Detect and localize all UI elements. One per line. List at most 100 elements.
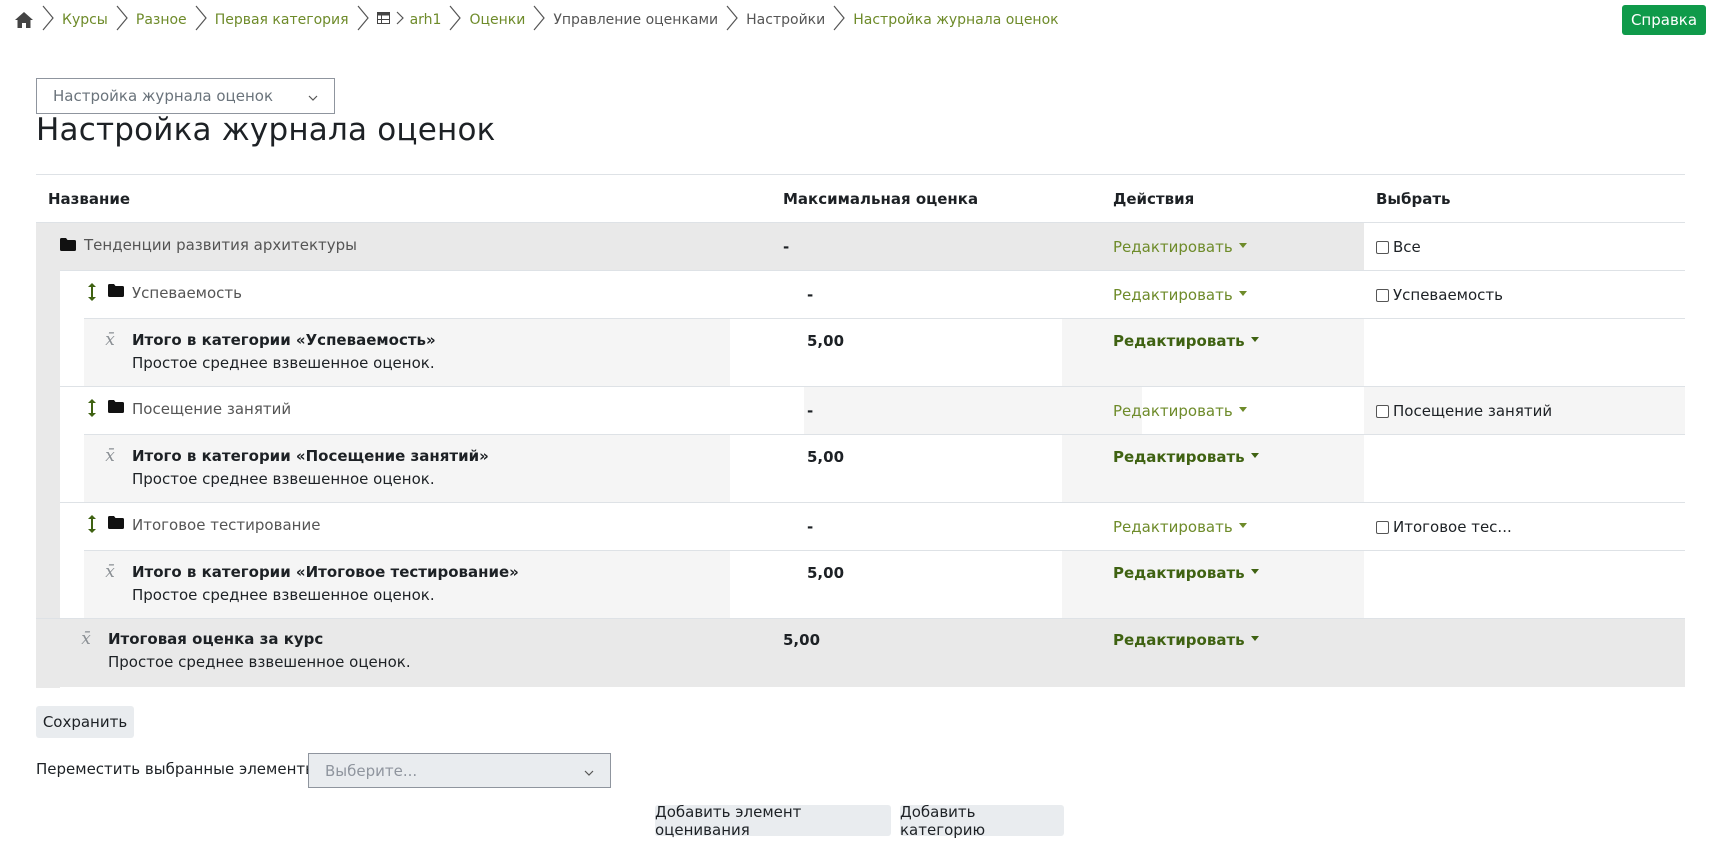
- breadcrumb-course[interactable]: arh1: [410, 12, 442, 28]
- chevron-right-icon: [833, 5, 846, 35]
- select-cell-bg: [1364, 551, 1685, 618]
- total-description: Простое среднее взвешенное оценок.: [132, 470, 435, 488]
- category-name: Тенденции развития архитектуры: [84, 236, 357, 254]
- max-cell-bg: [730, 551, 1062, 618]
- chevron-down-icon: [584, 762, 594, 780]
- caret-down-icon: [1238, 407, 1247, 412]
- edit-label: Редактировать: [1113, 332, 1245, 350]
- page-title: Настройка журнала оценок: [36, 112, 496, 148]
- edit-label: Редактировать: [1113, 564, 1245, 582]
- chevron-right-icon: [42, 5, 54, 35]
- table-row: Успеваемость - Редактировать Успеваемост…: [60, 270, 1685, 318]
- move-icon[interactable]: [88, 515, 96, 537]
- gradebook-table: Название Максимальная оценка Действия Вы…: [36, 174, 1685, 688]
- chevron-right-icon: [449, 5, 462, 35]
- max-cell-bg: [730, 435, 1062, 502]
- move-label: Переместить выбранные элементы в: [36, 760, 331, 778]
- checkbox[interactable]: [1376, 404, 1389, 418]
- checkbox[interactable]: [1376, 240, 1389, 254]
- breadcrumb-grades[interactable]: Оценки: [469, 12, 525, 28]
- edit-menu-button[interactable]: Редактировать: [1113, 402, 1247, 420]
- move-target-select[interactable]: Выберите...: [308, 753, 611, 788]
- select-category-checkbox[interactable]: Посещение занятий: [1376, 402, 1552, 420]
- mean-icon: x̄: [105, 562, 115, 582]
- caret-down-icon: [1238, 523, 1247, 528]
- checkbox[interactable]: [1376, 288, 1389, 302]
- folder-icon: [60, 236, 76, 252]
- chevron-right-icon: [396, 11, 404, 29]
- max-grade: -: [807, 402, 814, 420]
- total-description: Простое среднее взвешенное оценок.: [132, 354, 435, 372]
- header-select: Выбрать: [1376, 190, 1451, 208]
- chevron-right-icon: [195, 5, 207, 35]
- checkbox-label: Посещение занятий: [1393, 402, 1553, 420]
- select-cell-bg: [1364, 319, 1685, 386]
- report-select[interactable]: Настройка журнала оценок: [36, 78, 335, 114]
- breadcrumb-gradebook-setup[interactable]: Настройка журнала оценок: [853, 12, 1058, 28]
- chevron-right-icon: [116, 5, 128, 35]
- breadcrumb-courses[interactable]: Курсы: [62, 12, 108, 28]
- total-description: Простое среднее взвешенное оценок.: [132, 586, 435, 604]
- edit-label: Редактировать: [1113, 402, 1233, 420]
- edit-menu-button[interactable]: Редактировать: [1113, 631, 1259, 649]
- mean-icon: x̄: [105, 446, 115, 466]
- breadcrumb-misc[interactable]: Разное: [136, 12, 187, 28]
- help-button[interactable]: Справка: [1622, 5, 1706, 35]
- breadcrumb-settings: Настройки: [746, 12, 826, 28]
- max-grade: 5,00: [807, 448, 845, 466]
- save-button[interactable]: Сохранить: [36, 706, 134, 738]
- add-category-button[interactable]: Добавить категорию: [900, 803, 1064, 839]
- edit-menu-button[interactable]: Редактировать: [1113, 564, 1259, 582]
- edit-menu-button[interactable]: Редактировать: [1113, 448, 1259, 466]
- course-total-description: Простое среднее взвешенное оценок.: [108, 653, 411, 671]
- edit-label: Редактировать: [1113, 631, 1245, 649]
- mean-icon: x̄: [81, 629, 91, 649]
- caret-down-icon: [1250, 569, 1259, 574]
- breadcrumb: Курсы Разное Первая категория arh1 Оценк…: [14, 5, 1059, 35]
- select-category-checkbox[interactable]: Успеваемость: [1376, 286, 1503, 304]
- caret-down-icon: [1238, 243, 1247, 248]
- home-icon[interactable]: [14, 11, 34, 29]
- max-grade: 5,00: [807, 564, 845, 582]
- max-grade: -: [807, 286, 814, 304]
- table-header: Название Максимальная оценка Действия Вы…: [36, 174, 1685, 222]
- edit-label: Редактировать: [1113, 518, 1233, 536]
- max-grade: -: [783, 238, 790, 256]
- edit-label: Редактировать: [1113, 448, 1245, 466]
- category-name: Посещение занятий: [132, 400, 292, 418]
- move-icon[interactable]: [88, 399, 96, 421]
- edit-menu-button[interactable]: Редактировать: [1113, 286, 1247, 304]
- chevron-right-icon: [357, 5, 369, 35]
- report-select-value: Настройка журнала оценок: [53, 87, 274, 105]
- category-name: Успеваемость: [132, 284, 243, 302]
- folder-icon: [108, 400, 124, 417]
- checkbox[interactable]: [1376, 520, 1389, 534]
- total-name: Итого в категории «Посещение занятий»: [132, 447, 489, 465]
- table-row: Итоговое тестирование - Редактировать Ит…: [60, 502, 1685, 550]
- total-name: Итого в категории «Итоговое тестирование…: [132, 563, 519, 581]
- max-cell-bg: [730, 319, 1062, 386]
- edit-label: Редактировать: [1113, 286, 1233, 304]
- caret-down-icon: [1250, 453, 1259, 458]
- move-icon[interactable]: [88, 283, 96, 301]
- breadcrumb-grade-admin: Управление оценками: [553, 12, 719, 28]
- table-row: x̄ Итого в категории «Посещение занятий»…: [84, 434, 1685, 502]
- checkbox-label: Итоговое тес...: [1393, 518, 1512, 536]
- add-grade-item-button[interactable]: Добавить элемент оценивания: [655, 803, 891, 839]
- caret-down-icon: [1250, 337, 1259, 342]
- table-row: Тенденции развития архитектуры - Редакти…: [36, 222, 1685, 270]
- edit-menu-button[interactable]: Редактировать: [1113, 332, 1259, 350]
- table-row: x̄ Итого в категории «Итоговое тестирова…: [84, 550, 1685, 618]
- folder-icon: [108, 284, 124, 301]
- edit-menu-button[interactable]: Редактировать: [1113, 238, 1247, 256]
- breadcrumb-first-category[interactable]: Первая категория: [215, 12, 349, 28]
- edit-label: Редактировать: [1113, 238, 1233, 256]
- move-select-placeholder: Выберите...: [325, 761, 418, 780]
- edit-menu-button[interactable]: Редактировать: [1113, 518, 1247, 536]
- select-all-checkbox[interactable]: Все: [1376, 238, 1421, 256]
- select-category-checkbox[interactable]: Итоговое тес...: [1376, 518, 1512, 536]
- course-table-icon: [376, 12, 390, 28]
- chevron-right-icon: [726, 5, 738, 35]
- chevron-down-icon: [308, 87, 318, 105]
- caret-down-icon: [1250, 636, 1259, 641]
